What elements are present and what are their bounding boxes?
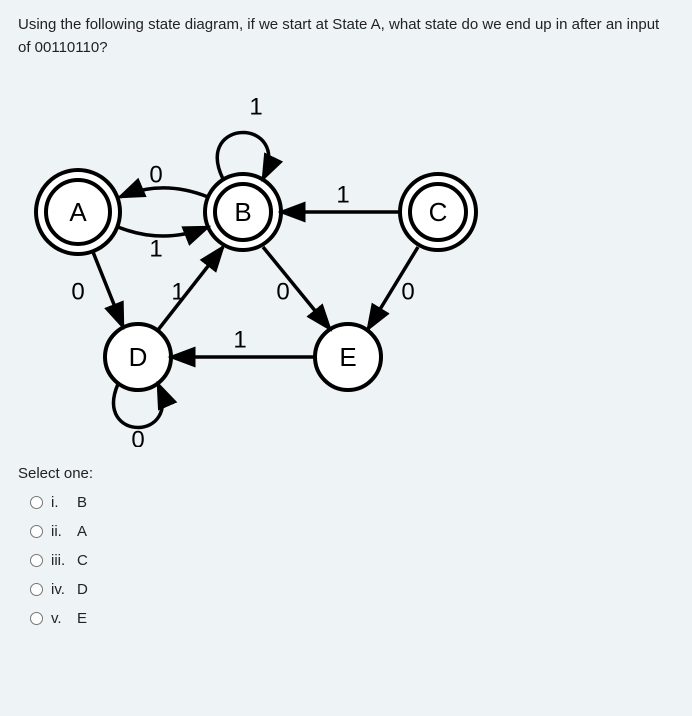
edge-b-to-a-0: 0: [149, 162, 162, 189]
edge-c-to-e-0: 0: [401, 279, 414, 306]
option-i[interactable]: i. B: [18, 490, 674, 515]
state-c-label: C: [429, 197, 448, 227]
options-list: i. B ii. A iii. C iv. D v. E: [18, 490, 674, 631]
radio-icon[interactable]: [30, 525, 43, 538]
radio-icon[interactable]: [30, 612, 43, 625]
edge-a-to-b-1: 1: [149, 236, 162, 263]
state-b-label: B: [234, 197, 251, 227]
edge-b-to-e-0: 0: [276, 279, 289, 306]
option-number: i.: [51, 494, 69, 511]
question-text: Using the following state diagram, if we…: [18, 14, 674, 59]
option-iii[interactable]: iii. C: [18, 548, 674, 573]
option-label: D: [77, 581, 88, 598]
radio-icon[interactable]: [30, 496, 43, 509]
option-iv[interactable]: iv. D: [18, 577, 674, 602]
edge-d-to-b-1: 1: [171, 279, 184, 306]
option-number: ii.: [51, 523, 69, 540]
state-a-label: A: [69, 197, 87, 227]
option-v[interactable]: v. E: [18, 606, 674, 631]
state-d-label: D: [129, 342, 148, 372]
option-number: iii.: [51, 552, 69, 569]
edge-d-self-0: 0: [131, 427, 144, 448]
radio-icon[interactable]: [30, 583, 43, 596]
select-one-label: Select one:: [18, 465, 674, 482]
state-e-label: E: [339, 342, 356, 372]
option-number: v.: [51, 610, 69, 627]
option-label: C: [77, 552, 88, 569]
edge-b-self-1: 1: [249, 94, 262, 121]
edge-c-to-b-1: 1: [336, 182, 349, 209]
option-ii[interactable]: ii. A: [18, 519, 674, 544]
state-diagram: A B C D E 1 0 1 1 0 1 0 0 1 0: [18, 77, 488, 447]
option-label: E: [77, 610, 87, 627]
radio-icon[interactable]: [30, 554, 43, 567]
option-label: B: [77, 494, 87, 511]
edge-e-to-d-1: 1: [233, 327, 246, 354]
option-label: A: [77, 523, 87, 540]
edge-a-to-d-0: 0: [71, 279, 84, 306]
option-number: iv.: [51, 581, 69, 598]
